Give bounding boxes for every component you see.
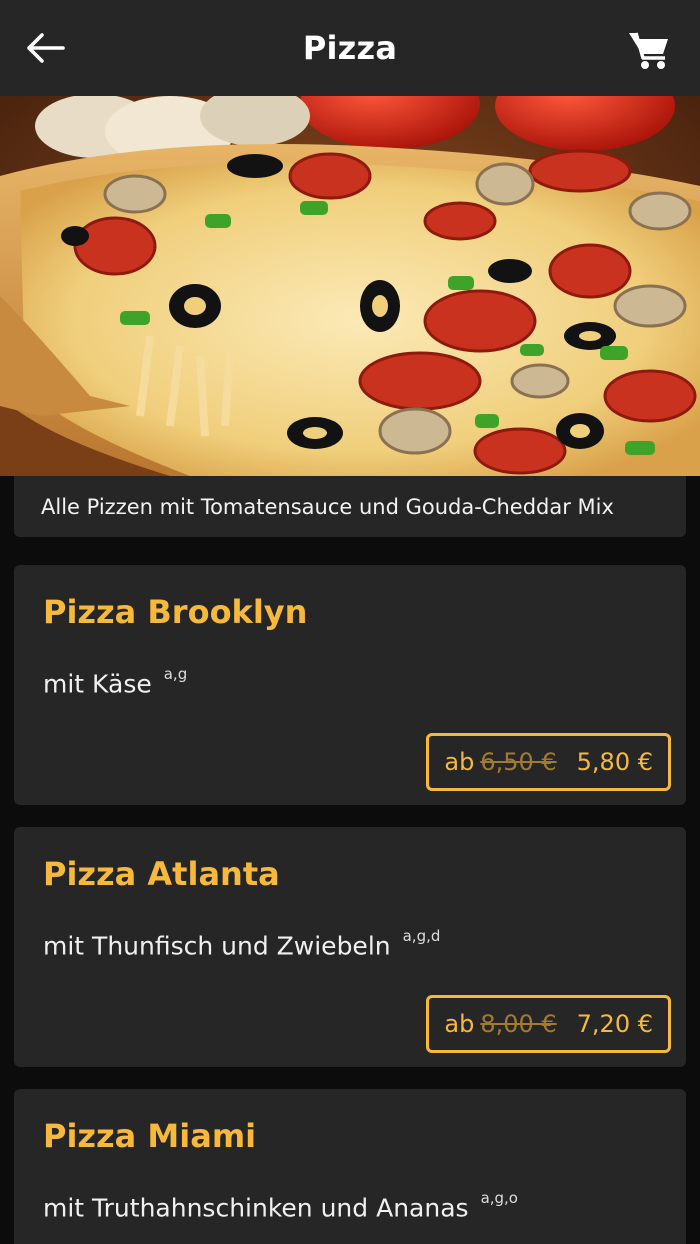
item-description-text: mit Thunfisch und Zwiebeln — [43, 931, 391, 961]
old-price: 6,50 € — [480, 748, 557, 776]
cart-icon — [629, 32, 668, 69]
back-button[interactable] — [22, 28, 68, 68]
current-price: 5,80 € — [576, 748, 653, 776]
price-button[interactable]: ab 6,50 € 5,80 € — [426, 733, 671, 791]
item-name: Pizza Brooklyn — [43, 593, 308, 631]
item-description: mit Truthahnschinken und Ananas a,g,o — [43, 1189, 518, 1223]
price-prefix: ab — [444, 1010, 475, 1038]
item-description: mit Käse a,g — [43, 665, 187, 699]
cart-button[interactable] — [626, 26, 672, 72]
app-bar: Pizza — [0, 0, 700, 96]
item-name: Pizza Atlanta — [43, 855, 280, 893]
item-name: Pizza Miami — [43, 1117, 257, 1155]
pizza-photo — [0, 96, 700, 476]
page-title: Pizza — [302, 29, 398, 67]
price-prefix: ab — [444, 748, 475, 776]
current-price: 7,20 € — [576, 1010, 653, 1038]
menu-item[interactable]: Pizza Miami mit Truthahnschinken und Ana… — [14, 1089, 686, 1244]
info-text: Alle Pizzen mit Tomatensauce und Gouda-C… — [41, 494, 614, 519]
hero-image — [0, 96, 700, 476]
item-description: mit Thunfisch und Zwiebeln a,g,d — [43, 927, 440, 961]
allergen-codes: a,g — [163, 665, 188, 683]
info-banner: Alle Pizzen mit Tomatensauce und Gouda-C… — [14, 476, 686, 537]
allergen-codes: a,g,d — [402, 927, 441, 945]
old-price: 8,00 € — [480, 1010, 557, 1038]
menu-item[interactable]: Pizza Brooklyn mit Käse a,g ab 6,50 € 5,8… — [14, 565, 686, 805]
item-description-text: mit Truthahnschinken und Ananas — [43, 1193, 469, 1223]
price-button[interactable]: ab 8,00 € 7,20 € — [426, 995, 671, 1053]
allergen-codes: a,g,o — [480, 1189, 518, 1207]
menu-item[interactable]: Pizza Atlanta mit Thunfisch und Zwiebeln… — [14, 827, 686, 1067]
item-description-text: mit Käse — [43, 669, 152, 699]
arrow-left-icon — [27, 33, 65, 63]
